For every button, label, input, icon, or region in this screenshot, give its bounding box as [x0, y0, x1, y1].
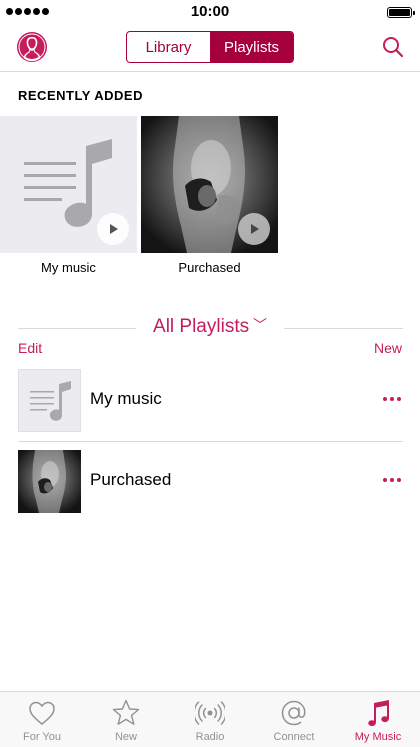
profile-icon[interactable] [16, 31, 48, 63]
play-button[interactable] [238, 213, 270, 245]
playlist-row-my-music[interactable]: My music [18, 369, 403, 433]
tab-new[interactable]: New [84, 692, 168, 747]
tab-my-music[interactable]: My Music [336, 692, 420, 747]
tab-label: For You [23, 731, 61, 743]
more-options-icon[interactable] [383, 470, 403, 490]
all-playlists-label: All Playlists [153, 316, 250, 337]
play-button[interactable] [97, 213, 129, 245]
segment-playlists[interactable]: Playlists [210, 32, 293, 62]
heart-icon [27, 698, 57, 728]
status-bar: 10:00 [0, 0, 420, 24]
all-playlists-dropdown[interactable]: All Playlists ﹀ [140, 316, 280, 338]
battery-icon [387, 7, 415, 18]
music-note-icon [363, 698, 393, 728]
more-options-icon[interactable] [383, 389, 403, 409]
edit-button[interactable]: Edit [18, 340, 42, 356]
recent-item-my-music[interactable]: My music [0, 116, 137, 275]
album-art-photo [18, 450, 81, 513]
tab-label: Radio [195, 731, 225, 743]
recent-item-purchased[interactable]: Purchased [141, 116, 278, 275]
divider [18, 441, 403, 442]
divider [18, 328, 136, 329]
at-icon [279, 698, 309, 728]
tab-bar: For You New Radio Connect My Music [0, 691, 420, 747]
music-note-placeholder-icon [18, 369, 81, 432]
album-art-photo [141, 116, 278, 253]
tab-for-you[interactable]: For You [0, 692, 84, 747]
status-time: 10:00 [190, 3, 230, 20]
divider [284, 328, 403, 329]
playlist-name: My music [90, 389, 162, 408]
radio-icon [193, 698, 227, 728]
star-icon [111, 698, 141, 728]
tab-label: Connect [273, 731, 315, 743]
playlist-name: Purchased [90, 470, 172, 489]
segment-library[interactable]: Library [127, 32, 210, 62]
chevron-down-icon: ﹀ [249, 317, 267, 333]
recent-item-title: My music [41, 260, 96, 275]
new-playlist-button[interactable]: New [374, 340, 402, 356]
recently-added-heading: RECENTLY ADDED [18, 88, 143, 103]
tab-connect[interactable]: Connect [252, 692, 336, 747]
search-icon[interactable] [382, 36, 404, 58]
tab-radio[interactable]: Radio [168, 692, 252, 747]
playlist-row-purchased[interactable]: Purchased [18, 450, 403, 514]
nav-bar: Library Playlists [0, 24, 420, 72]
library-playlists-switch: Library Playlists [126, 31, 294, 63]
recent-item-title: Purchased [178, 260, 241, 275]
music-note-placeholder-icon [0, 116, 137, 253]
tab-label: New [114, 731, 137, 743]
tab-label: My Music [354, 731, 402, 743]
